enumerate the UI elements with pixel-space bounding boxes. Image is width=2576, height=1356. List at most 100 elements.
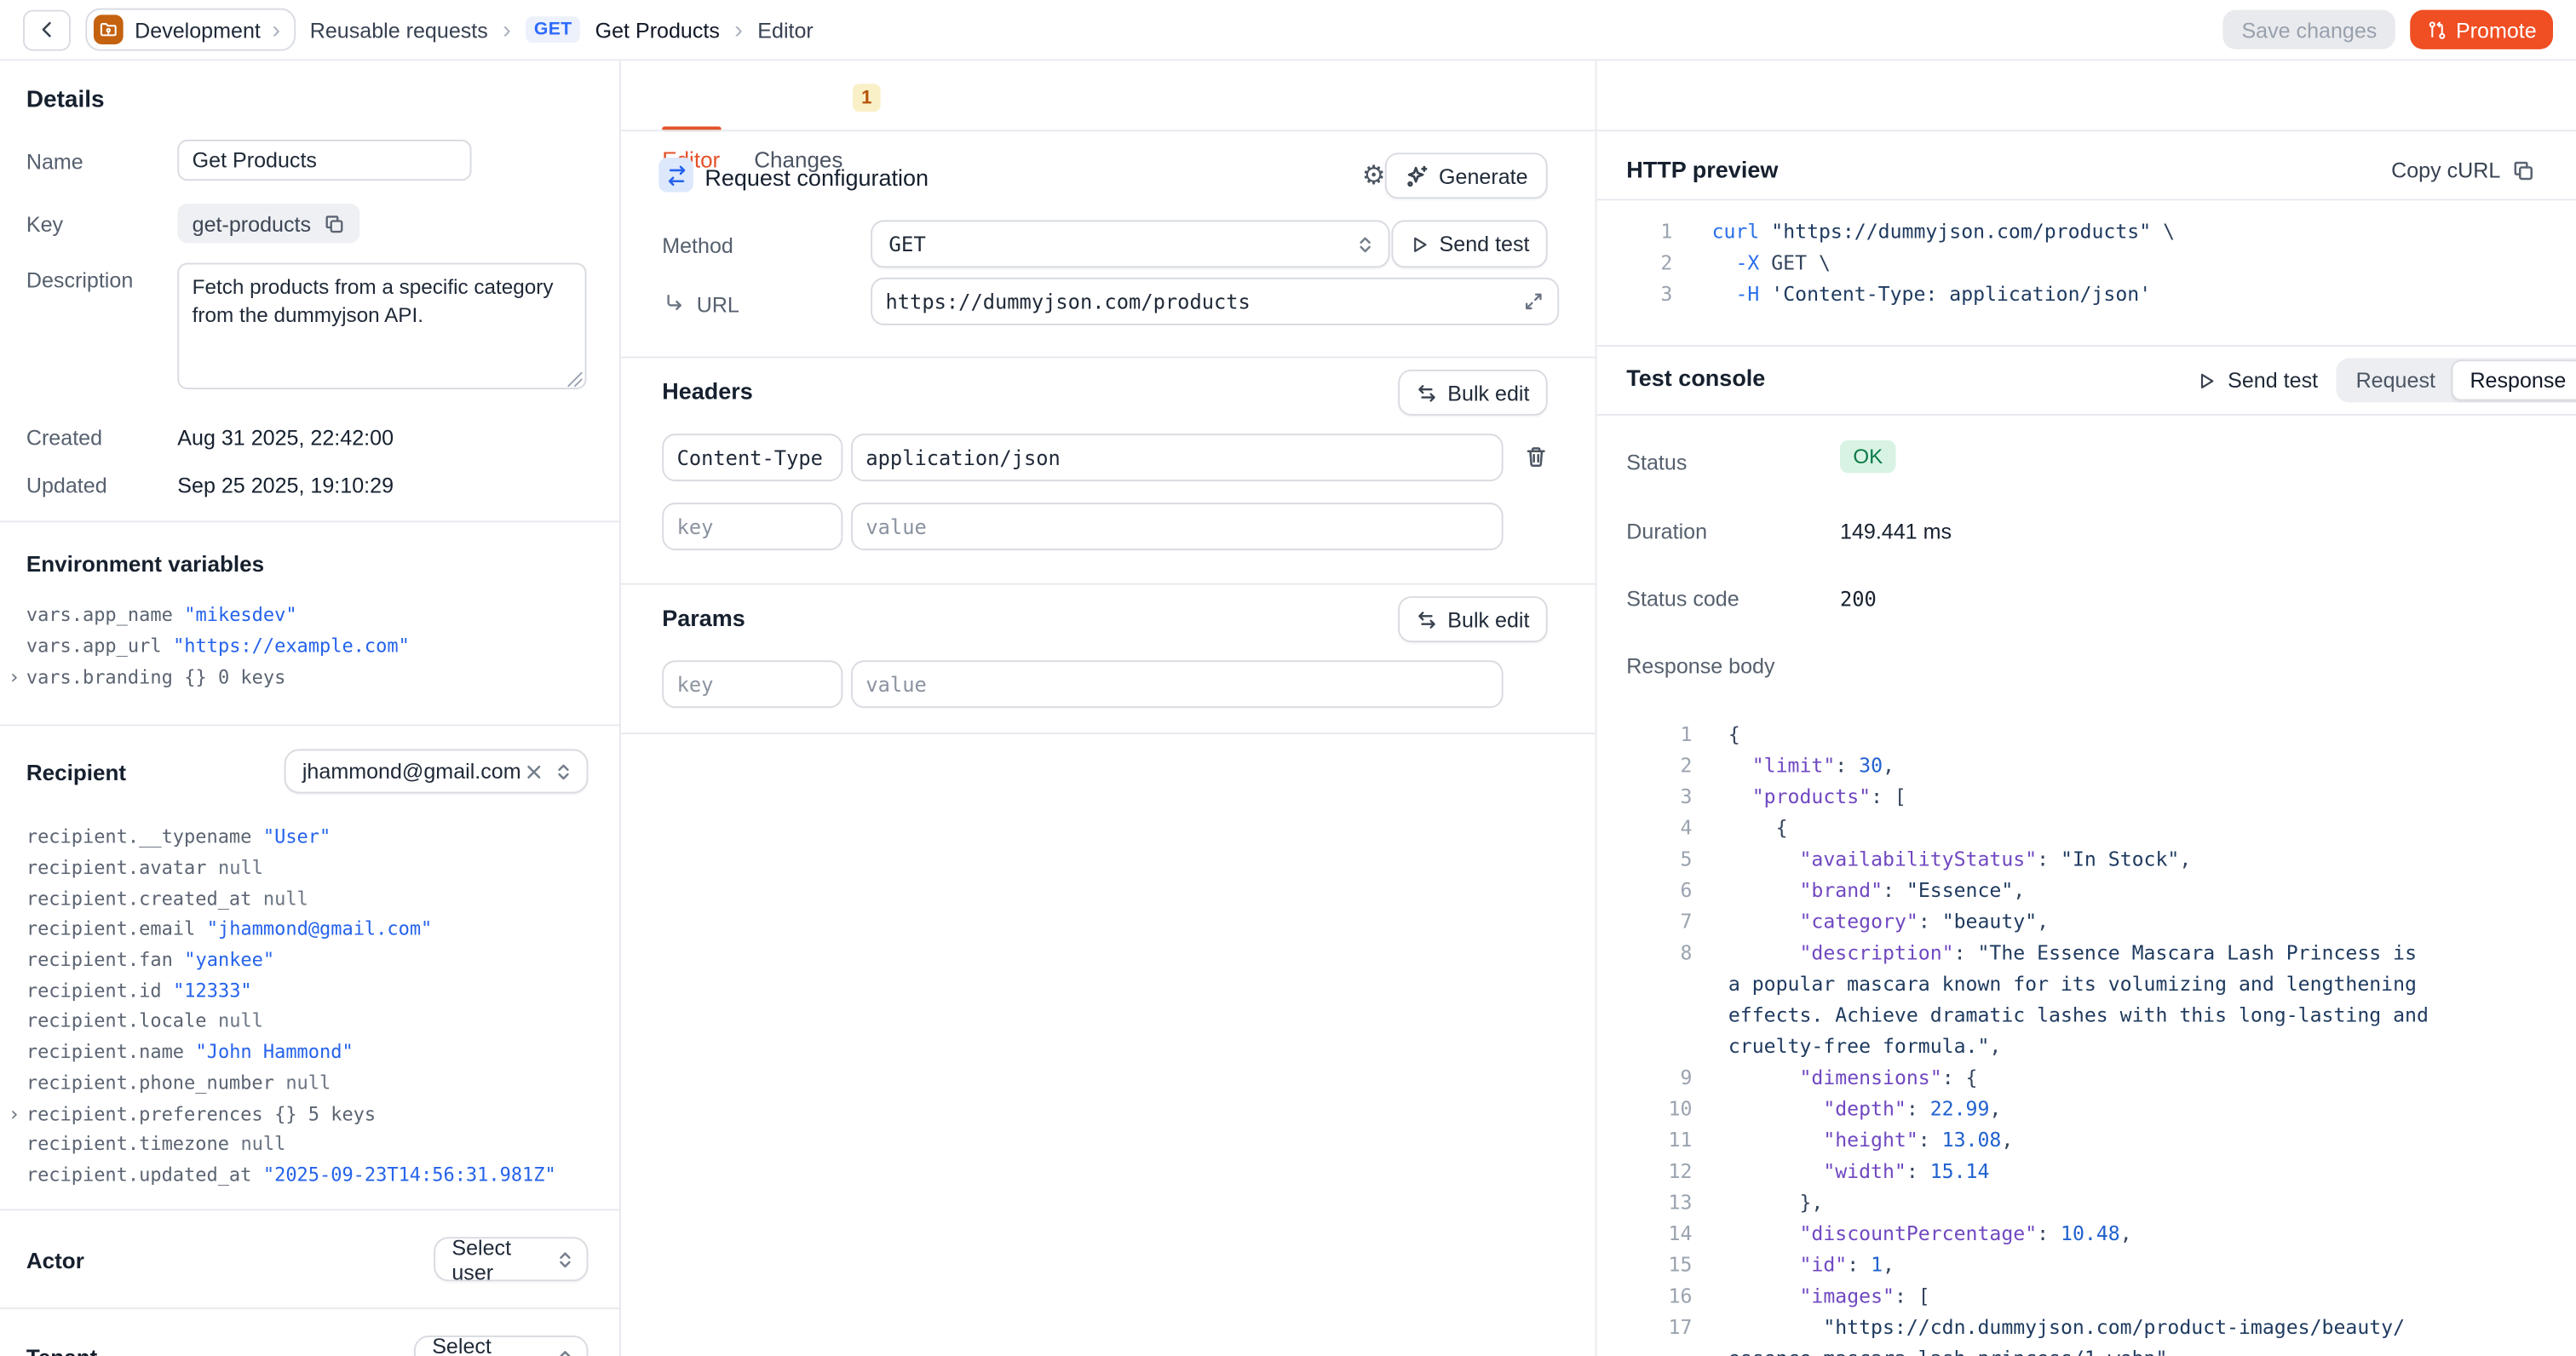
top-bar: Development › Reusable requests › GET Ge… [0, 0, 2576, 60]
console-send-test-button[interactable]: Send test [2196, 368, 2318, 393]
line-number: 3 [1626, 782, 1692, 813]
actor-label: Actor [26, 1249, 84, 1273]
line-content: "depth": 22.99, [1728, 1094, 2002, 1125]
environment-chip[interactable]: Development › [85, 9, 295, 51]
breadcrumb-request[interactable]: Get Products [595, 17, 720, 42]
promote-button[interactable]: Promote [2410, 10, 2553, 49]
url-input[interactable] [871, 278, 1559, 325]
request-tab[interactable]: Request [2339, 361, 2452, 399]
line-number: 12 [1626, 1157, 1692, 1188]
details-sidebar: Details Name Key get-products Descriptio… [0, 60, 621, 1356]
updated-label: Updated [26, 473, 107, 497]
variable-value: {} 0 keys [184, 665, 285, 688]
recipient-field-row: › recipient.phone_number null [9, 1067, 556, 1098]
expand-chevron-icon[interactable]: › [9, 665, 26, 688]
line-content: effects. Achieve dramatic lashes with th… [1728, 1000, 2429, 1031]
request-config-icon [658, 158, 693, 192]
description-textarea[interactable]: Fetch products from a specific category … [177, 263, 586, 389]
code-line: 3 -H 'Content-Type: application/json' [1626, 279, 2175, 311]
chevron-left-icon [35, 18, 58, 41]
header-new-value-input[interactable] [851, 503, 1504, 550]
param-value-input[interactable] [851, 660, 1504, 708]
divider [0, 724, 619, 726]
key-chip[interactable]: get-products [177, 204, 360, 243]
field-key: recipient.email [26, 917, 195, 940]
recipient-select[interactable]: jhammond@gmail.com [285, 749, 589, 793]
tab-bar-divider [621, 129, 1596, 131]
params-title: Params [662, 605, 745, 631]
chevron-right-icon: › [272, 17, 280, 42]
method-select[interactable]: GET [871, 220, 1389, 267]
request-config-title: Request configuration [704, 164, 929, 191]
header-new-key-input[interactable] [662, 503, 842, 550]
header-key-input[interactable] [662, 434, 842, 481]
json-line: 1 { [1626, 720, 2429, 751]
recipient-field-row: › recipient.avatar null [9, 852, 556, 882]
field-key: recipient.preferences [26, 1101, 263, 1124]
line-content: "availabilityStatus": "In Stock", [1728, 844, 2191, 876]
copy-curl-button[interactable]: Copy cURL [2391, 158, 2535, 182]
json-line: 7 "category": "beauty", [1626, 907, 2429, 939]
headers-title: Headers [662, 378, 753, 405]
resize-handle-icon[interactable] [566, 371, 583, 388]
generate-button[interactable]: Generate [1384, 152, 1547, 198]
select-updown-icon [555, 1250, 575, 1269]
code-line: 1 curl "https://dummyjson.com/products" … [1626, 217, 2175, 249]
copy-icon[interactable] [324, 213, 345, 234]
divider [0, 520, 619, 522]
recipient-field-row: › recipient.email "jhammond@gmail.com" [9, 913, 556, 944]
actor-select[interactable]: Select user [434, 1237, 588, 1281]
chevron-right-icon: › [503, 17, 511, 42]
name-input[interactable] [177, 140, 471, 181]
request-response-toggle: Request Response [2336, 358, 2576, 402]
test-console-title: Test console [1626, 365, 1765, 391]
line-number: 15 [1626, 1250, 1692, 1282]
json-line: 10 "depth": 22.99, [1626, 1094, 2429, 1125]
url-label: URL [697, 292, 739, 317]
back-button[interactable] [23, 9, 71, 50]
json-line: 5 "availabilityStatus": "In Stock", [1626, 844, 2429, 876]
tenant-select[interactable]: Select tenant [414, 1336, 588, 1356]
created-label: Created [26, 425, 102, 450]
created-value: Aug 31 2025, 22:42:00 [177, 425, 394, 450]
line-number: 14 [1626, 1219, 1692, 1250]
expand-chevron-icon[interactable]: › [9, 1101, 26, 1124]
trash-icon[interactable] [1525, 445, 1548, 468]
param-key-input[interactable] [662, 660, 842, 708]
variable-value: "https://example.com" [173, 634, 410, 657]
copy-icon [2512, 158, 2535, 181]
tenant-label: Tenant [26, 1345, 97, 1356]
field-key: recipient.__typename [26, 825, 252, 848]
recipient-label: Recipient [26, 761, 126, 785]
variable-key: vars.app_name [26, 603, 173, 626]
console-send-test-label: Send test [2228, 368, 2318, 393]
recipient-field-row: › recipient.id "12333" [9, 974, 556, 1005]
line-content: "products": [ [1728, 782, 1906, 813]
line-content: "brand": "Essence", [1728, 876, 2025, 907]
environment-name: Development [135, 17, 261, 42]
headers-bulk-edit-button[interactable]: Bulk edit [1398, 370, 1547, 416]
recipient-field-row: › recipient.fan "yankee" [9, 944, 556, 974]
recipient-field-row: › recipient.created_at null [9, 882, 556, 913]
line-content: -X GET \ [1712, 248, 1831, 279]
field-value: null [285, 1071, 331, 1094]
header-value-input[interactable] [851, 434, 1504, 481]
field-value: "John Hammond" [196, 1040, 354, 1063]
git-promote-icon [2426, 19, 2447, 40]
breadcrumb-list[interactable]: Reusable requests [310, 17, 488, 42]
clear-icon[interactable] [524, 761, 543, 781]
line-content: "discountPercentage": 10.48, [1728, 1219, 2132, 1250]
expand-icon[interactable] [1523, 290, 1544, 312]
changes-count-badge[interactable]: 1 [853, 83, 881, 112]
save-changes-button[interactable]: Save changes [2223, 10, 2395, 49]
send-test-button[interactable]: Send test [1392, 220, 1548, 267]
params-bulk-edit-button[interactable]: Bulk edit [1398, 596, 1547, 642]
line-content: cruelty-free formula.", [1728, 1031, 2002, 1063]
response-tab[interactable]: Response [2452, 359, 2576, 400]
env-var-row: › vars.branding {} 0 keys [9, 661, 410, 692]
json-line: 2 "limit": 30, [1626, 750, 2429, 782]
line-content: curl "https://dummyjson.com/products" \ [1712, 217, 2175, 249]
settings-gear-icon[interactable]: ⚙ [1362, 164, 1386, 191]
line-number: 17 [1626, 1313, 1692, 1344]
field-key: recipient.avatar [26, 856, 207, 879]
